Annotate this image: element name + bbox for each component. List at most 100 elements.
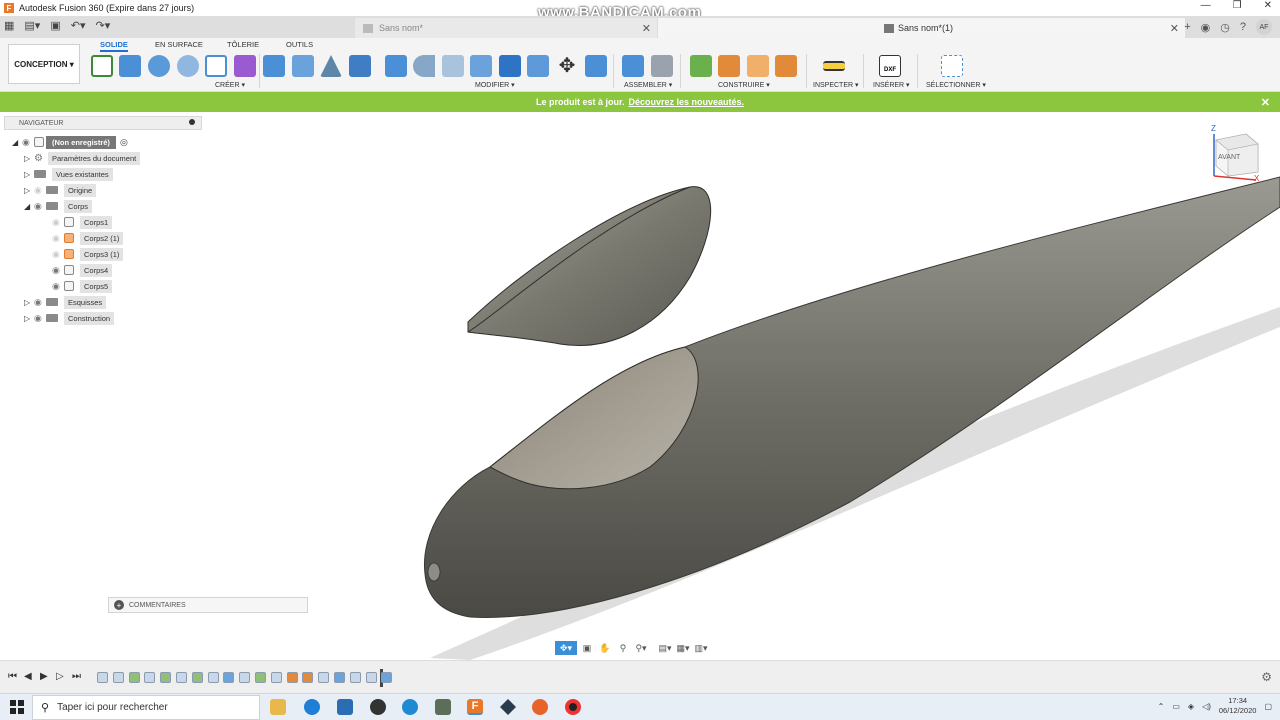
tree-item-body2[interactable]: ◉ Corps2 (1) [52, 230, 124, 246]
visibility-eye-icon[interactable]: ◉ [52, 249, 64, 260]
tree-item-document-settings[interactable]: ▷ ⚙ Paramètres du document [24, 150, 141, 166]
redo-icon[interactable]: ↷▾ [95, 19, 110, 32]
new-tab-icon[interactable]: + [1184, 21, 1190, 33]
add-comment-icon[interactable]: + [114, 600, 124, 610]
maximize-button[interactable]: ❐ [1233, 0, 1242, 11]
timeline-feature[interactable] [160, 672, 172, 683]
align-icon[interactable] [527, 55, 549, 77]
tab-solide[interactable]: SOLIDE [100, 40, 128, 52]
tree-root[interactable]: ◢ ◉ (Non enregistré) ◎ [12, 134, 128, 150]
pan-icon[interactable]: ✋ [597, 641, 613, 655]
file-explorer-icon[interactable] [270, 699, 286, 715]
shell-icon[interactable] [349, 55, 371, 77]
create-menu[interactable]: CRÉER ▾ [215, 81, 245, 89]
collapse-icon[interactable] [189, 119, 195, 125]
inspect-menu[interactable]: INSPECTER ▾ [813, 81, 859, 89]
help-icon[interactable]: ? [1240, 21, 1246, 33]
press-pull-icon[interactable] [263, 55, 285, 77]
tree-item-named-views[interactable]: ▷ Vues existantes [24, 166, 113, 182]
zoom-icon[interactable]: ⚲ [615, 641, 631, 655]
tree-item-body5[interactable]: ◉ Corps5 [52, 278, 113, 294]
app-icon[interactable] [402, 699, 418, 715]
timeline-feature[interactable] [207, 672, 219, 683]
measure-icon[interactable] [823, 61, 845, 71]
network-icon[interactable]: ◈ [1188, 702, 1194, 711]
expand-triangle-icon[interactable]: ▷ [24, 154, 34, 163]
fusion-taskbar-icon[interactable]: F [467, 699, 483, 715]
draft-icon[interactable] [413, 55, 435, 77]
display-settings-icon[interactable]: ▤▾ [657, 641, 673, 655]
viewports-icon[interactable]: ▥▾ [693, 641, 709, 655]
timeline-feature[interactable] [144, 672, 156, 683]
extrude-icon[interactable] [119, 55, 141, 77]
timeline-feature[interactable] [191, 672, 203, 683]
expand-triangle-icon[interactable]: ▷ [24, 298, 34, 307]
create-sketch-icon[interactable] [91, 55, 113, 77]
tree-item-construction[interactable]: ▷ ◉ Construction [24, 310, 115, 326]
step-back-icon[interactable]: ◀ [24, 671, 32, 682]
undo-icon[interactable]: ↶▾ [71, 19, 86, 32]
offset-plane-icon[interactable] [690, 55, 712, 77]
timeline-feature[interactable] [223, 672, 235, 683]
move-copy-icon[interactable]: ✥ [556, 55, 578, 77]
canopy-body[interactable] [467, 186, 712, 346]
whats-new-link[interactable]: Découvrez les nouveautés. [628, 97, 744, 107]
timeline-feature[interactable] [270, 672, 282, 683]
grid-menu-icon[interactable]: ▦ [4, 19, 14, 32]
pattern-icon[interactable] [205, 55, 227, 77]
tree-item-body1[interactable]: ◉ Corps1 [52, 214, 113, 230]
document-tab-2[interactable]: Sans nom*(1) ✕ [658, 18, 1185, 38]
go-to-end-icon[interactable]: ⏭ [72, 671, 81, 682]
volume-icon[interactable]: ◁) [1202, 702, 1211, 711]
timeline-feature[interactable] [112, 672, 124, 683]
midplane-icon[interactable] [775, 55, 797, 77]
tree-item-body3[interactable]: ◉ Corps3 (1) [52, 246, 124, 262]
save-icon[interactable]: ▣ [50, 19, 60, 32]
select-window-icon[interactable] [941, 55, 963, 77]
combine-icon[interactable] [470, 55, 492, 77]
timeline-feature[interactable] [381, 672, 393, 683]
close-icon[interactable]: ✕ [1261, 96, 1270, 109]
tray-arrow-icon[interactable]: ⌃ [1158, 702, 1165, 711]
collapse-triangle-icon[interactable]: ◢ [12, 138, 22, 147]
taskbar-search[interactable]: ⚲ Taper ici pour rechercher [32, 695, 260, 720]
minimize-button[interactable]: — [1201, 0, 1211, 11]
gear-icon[interactable]: ⚙ [1261, 670, 1272, 684]
visibility-eye-icon[interactable]: ◉ [52, 265, 64, 276]
bandicam-icon[interactable] [565, 699, 581, 715]
visibility-eye-icon[interactable]: ◉ [34, 185, 46, 196]
timeline-feature[interactable] [239, 672, 251, 683]
timeline-feature[interactable] [334, 672, 345, 683]
expand-triangle-icon[interactable]: ▷ [24, 186, 34, 195]
view-cube-face-label[interactable]: AVANT [1218, 154, 1240, 161]
visibility-eye-icon[interactable]: ◉ [34, 201, 46, 212]
form-icon[interactable] [234, 55, 256, 77]
tree-item-bodies[interactable]: ◢ ◉ Corps [24, 198, 93, 214]
collapse-triangle-icon[interactable]: ◢ [24, 202, 34, 211]
timeline-feature[interactable] [255, 672, 266, 683]
scale-icon[interactable] [442, 55, 464, 77]
insert-menu[interactable]: INSÉRER ▾ [873, 81, 910, 89]
go-to-start-icon[interactable]: ⏮ [8, 671, 17, 682]
step-forward-icon[interactable]: ▷ [56, 671, 64, 682]
assemble-menu[interactable]: ASSEMBLER ▾ [624, 81, 672, 89]
timeline-feature[interactable] [318, 672, 330, 683]
timeline-feature[interactable] [97, 672, 108, 683]
visibility-eye-icon[interactable]: ◉ [34, 313, 46, 324]
timeline-feature[interactable] [286, 672, 298, 683]
app-icon[interactable] [500, 699, 516, 715]
tab-tolerie[interactable]: TÔLERIE [227, 40, 259, 49]
tab-en-surface[interactable]: EN SURFACE [155, 40, 203, 49]
visibility-eye-icon[interactable]: ◉ [52, 233, 64, 244]
plane-at-angle-icon[interactable] [718, 55, 740, 77]
grid-settings-icon[interactable]: ▦▾ [675, 641, 691, 655]
timeline-feature[interactable] [302, 672, 314, 683]
joint-icon[interactable] [651, 55, 673, 77]
extensions-icon[interactable]: ◉ [1201, 21, 1211, 34]
timeline-feature[interactable] [176, 672, 187, 683]
teamviewer-icon[interactable] [337, 699, 353, 715]
timeline-feature[interactable] [365, 672, 377, 683]
notifications-icon[interactable]: ◷ [1220, 21, 1230, 34]
workspace-selector[interactable]: CONCEPTION ▾ [8, 44, 80, 84]
replace-face-icon[interactable] [499, 55, 521, 77]
